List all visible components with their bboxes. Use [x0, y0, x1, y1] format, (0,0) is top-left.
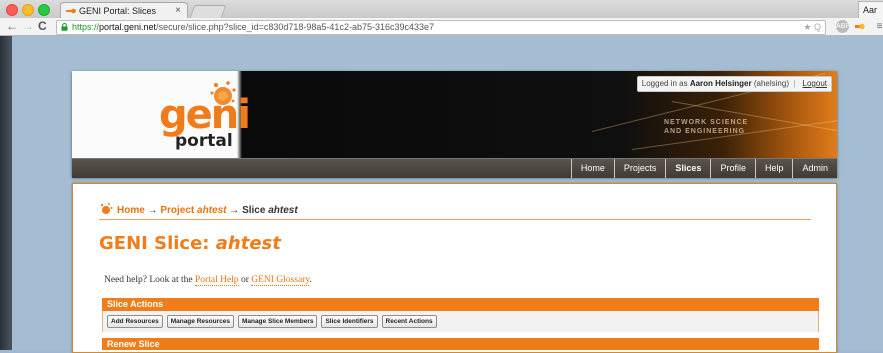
lock-icon [61, 23, 68, 31]
back-arrow-icon[interactable]: ← [6, 18, 18, 35]
close-window-button[interactable] [6, 4, 18, 16]
breadcrumb-slice: Slice ahtest [242, 205, 298, 216]
breadcrumb-divider [99, 219, 811, 220]
breadcrumb-project[interactable]: Project ahtest [160, 205, 226, 216]
slice-actions-header: Slice Actions [102, 298, 819, 311]
main-nav: Home Projects Slices Profile Help Admin [72, 158, 837, 178]
breadcrumb: Home → Project ahtest → Slice ahtest [99, 202, 298, 216]
browser-tabstrip: GENI Portal: Slices × Aar [0, 0, 883, 19]
renew-slice-header: Renew Slice [102, 338, 819, 350]
browser-tab[interactable]: GENI Portal: Slices × [60, 2, 188, 18]
manage-resources-button[interactable]: Manage Resources [166, 315, 234, 328]
login-user: Aaron Helsinger [689, 79, 752, 88]
logo-wordmark: geni [159, 92, 251, 138]
help-text: Need help? Look at the Portal Help or GE… [104, 275, 312, 286]
add-resources-button[interactable]: Add Resources [107, 315, 163, 328]
address-bar[interactable]: https://portal.geni.net/secure/slice.php… [56, 20, 826, 35]
recent-actions-button[interactable]: Recent Actions [381, 315, 437, 328]
reload-icon[interactable]: C [38, 18, 47, 35]
header-tagline: NETWORK SCIENCE AND ENGINEERING [664, 119, 749, 135]
extension-icon[interactable] [853, 20, 866, 33]
browser-toolbar: ← → C https://portal.geni.net/secure/sli… [0, 18, 883, 36]
nav-projects[interactable]: Projects [613, 159, 666, 178]
page-title: GENI Slice: ahtest [99, 233, 281, 254]
geni-glossary-link[interactable]: GENI Glossary [251, 275, 310, 286]
zoom-window-button[interactable] [38, 4, 50, 16]
header-banner: geni portal NETWORK SCIENCE AND ENGINEER… [72, 71, 837, 158]
adblock-extension-icon[interactable]: ABP [836, 20, 850, 33]
site-header: geni portal NETWORK SCIENCE AND ENGINEER… [72, 71, 837, 178]
new-tab-button[interactable] [189, 5, 227, 18]
nav-help[interactable]: Help [754, 159, 793, 178]
url-text: https://portal.geni.net/secure/slice.php… [72, 22, 435, 32]
logout-link[interactable]: Logout [803, 79, 827, 88]
slice-actions-toolbar: Add Resources Manage Resources Manage Sl… [102, 311, 819, 332]
logo-subtitle: portal [175, 131, 233, 151]
geni-orb-icon [100, 203, 113, 214]
tab-title: GENI Portal: Slices [79, 6, 157, 16]
slice-identifiers-button[interactable]: Slice Identifiers [321, 315, 378, 328]
portal-help-link[interactable]: Portal Help [195, 275, 239, 286]
nav-slices[interactable]: Slices [665, 159, 710, 178]
breadcrumb-home[interactable]: Home [117, 205, 145, 216]
forward-arrow-icon[interactable]: → [22, 18, 34, 35]
minimize-window-button[interactable] [22, 4, 34, 16]
geni-favicon-icon [66, 8, 76, 14]
login-status: Logged in as Aaron Helsinger (ahelsing) … [636, 76, 832, 92]
main-content: Home → Project ahtest → Slice ahtest GEN… [72, 183, 837, 353]
window-edge [0, 36, 12, 350]
profile-chip[interactable]: Aar [858, 1, 883, 19]
manage-slice-members-button[interactable]: Manage Slice Members [237, 315, 318, 328]
tab-close-icon[interactable]: × [175, 3, 181, 18]
bookmark-star-icon[interactable]: ★ Q [803, 21, 821, 34]
browser-menu-icon[interactable]: ≡ [873, 20, 883, 33]
nav-profile[interactable]: Profile [710, 159, 755, 178]
nav-home[interactable]: Home [570, 159, 614, 178]
nav-admin[interactable]: Admin [792, 159, 837, 178]
